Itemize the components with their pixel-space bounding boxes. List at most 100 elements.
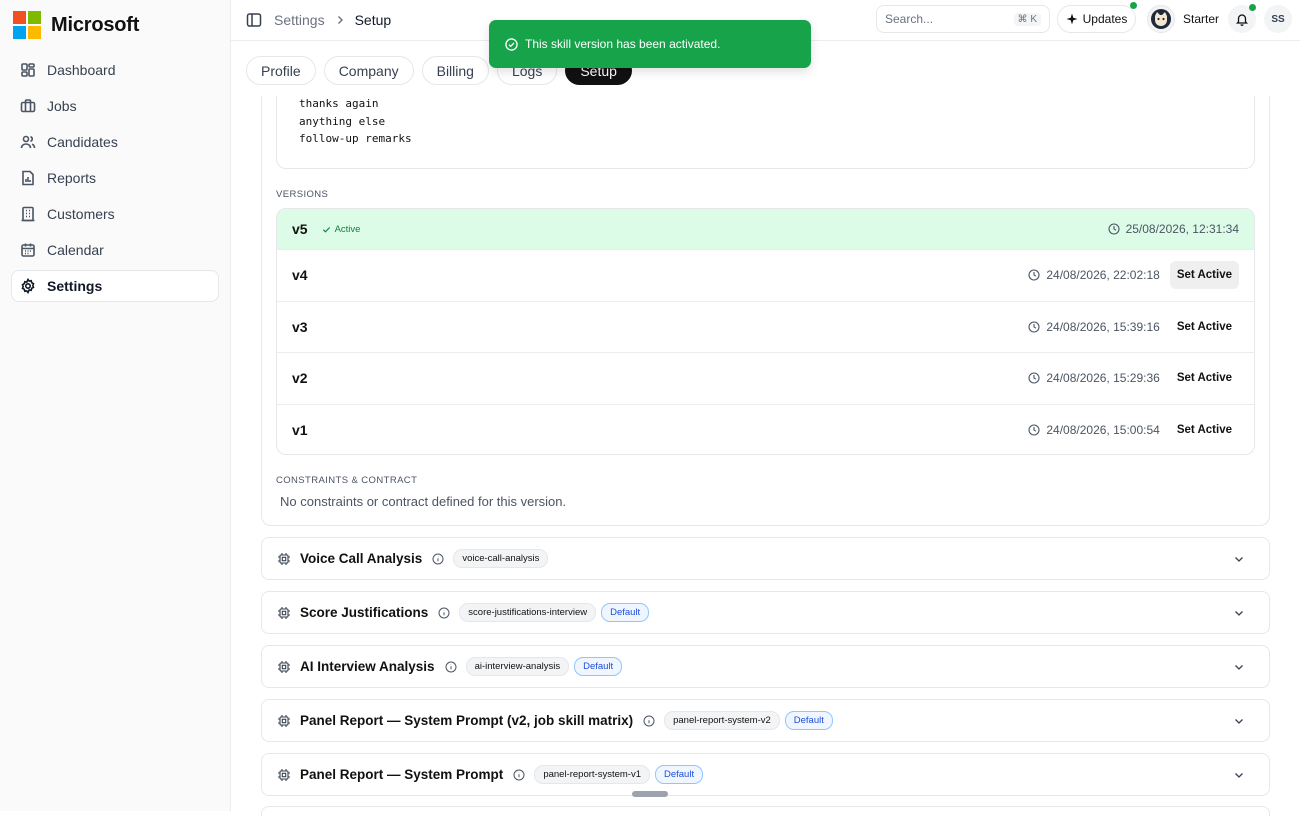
info-icon[interactable] [513, 769, 525, 781]
version-date: 24/08/2026, 15:39:16 [1028, 320, 1160, 334]
sidebar-item-settings[interactable]: Settings [11, 270, 219, 302]
set-active-button[interactable]: Set Active [1170, 313, 1239, 341]
tab-profile[interactable]: Profile [246, 56, 316, 85]
bell-icon [1235, 14, 1249, 26]
next-skill-row-edge [261, 806, 1270, 816]
check-circle-icon [505, 37, 518, 51]
version-row: v4 24/08/2026, 22:02:18 Set Active [277, 249, 1254, 301]
search-box[interactable]: ⌘ K [876, 5, 1050, 33]
set-active-button[interactable]: Set Active [1169, 261, 1239, 290]
prompt-line: anything else [299, 114, 386, 128]
sidebar-item-label: Customers [47, 206, 115, 222]
info-icon[interactable] [438, 607, 450, 619]
version-name: v4 [292, 267, 308, 284]
sidebar-item-jobs[interactable]: Jobs [11, 90, 219, 122]
sidebar-item-customers[interactable]: Customers [11, 198, 219, 230]
set-active-button[interactable]: Set Active [1170, 416, 1239, 444]
plan-switcher[interactable]: Starter [1147, 5, 1219, 33]
gear-icon [21, 278, 35, 294]
sidebar-item-label: Reports [47, 170, 97, 186]
chevron-down-icon[interactable] [1233, 661, 1245, 673]
skill-title: Score Justifications [300, 605, 429, 620]
version-name: v1 [292, 421, 308, 438]
chevron-down-icon[interactable] [1233, 607, 1245, 619]
clock-icon [1028, 321, 1040, 333]
version-row: v1 24/08/2026, 15:00:54 Set Active [277, 403, 1254, 455]
updates-button[interactable]: Updates [1057, 2, 1137, 33]
active-badge-label: Active [334, 223, 361, 235]
search-shortcut: ⌘ K [1013, 12, 1041, 26]
breadcrumb-setup: Setup [354, 12, 392, 28]
clock-icon [1028, 269, 1040, 281]
sidebar-item-candidates[interactable]: Candidates [11, 126, 219, 158]
prompt-content: thanks again anything else follow-up rem… [299, 95, 412, 148]
sidebar-item-calendar[interactable]: Calendar [11, 234, 219, 266]
avatar [1147, 5, 1175, 33]
tab-company[interactable]: Company [323, 56, 414, 85]
chevron-down-icon[interactable] [1233, 553, 1245, 565]
version-name: v5 [292, 221, 308, 237]
constraints-label: CONSTRAINTS & CONTRACT [276, 475, 418, 486]
skill-slug: ai-interview-analysis [465, 657, 570, 676]
skill-title: Panel Report — System Prompt (v2, job sk… [300, 713, 634, 728]
sidebar-nav: Dashboard Jobs Candidates Reports Custom… [11, 54, 219, 306]
chip-icon [278, 552, 290, 565]
sidebar-item-label: Candidates [47, 134, 118, 150]
users-icon [20, 135, 36, 149]
constraints-empty-text: No constraints or contract defined for t… [280, 494, 567, 509]
notifications-button[interactable] [1228, 4, 1256, 33]
version-date: 24/08/2026, 15:29:36 [1028, 371, 1160, 385]
skill-slug: panel-report-system-v1 [534, 765, 650, 784]
default-badge: Default [574, 657, 623, 676]
skill-row-panel-report-v2[interactable]: Panel Report — System Prompt (v2, job sk… [261, 699, 1270, 742]
brand-name: Microsoft [51, 13, 140, 36]
skill-title: Panel Report — System Prompt [300, 767, 504, 782]
plan-label: Starter [1183, 12, 1220, 26]
skill-row-ai-interview-analysis[interactable]: AI Interview Analysis ai-interview-analy… [261, 645, 1270, 688]
brand[interactable]: Microsoft [13, 11, 139, 39]
tab-billing[interactable]: Billing [421, 56, 489, 85]
version-name: v2 [292, 370, 308, 387]
version-name: v3 [292, 318, 308, 335]
updates-indicator-dot [1130, 2, 1137, 9]
sparkle-icon [1066, 13, 1078, 25]
skill-row-panel-report-v1[interactable]: Panel Report — System Prompt panel-repor… [261, 753, 1270, 796]
breadcrumb: Settings Setup [274, 12, 391, 28]
octocat-avatar-icon [1151, 9, 1171, 29]
notifications-indicator-dot [1249, 4, 1256, 11]
version-row: v3 24/08/2026, 15:39:16 Set Active [277, 300, 1254, 353]
sidebar-item-dashboard[interactable]: Dashboard [11, 54, 219, 86]
scroll-handle[interactable] [632, 791, 668, 797]
search-input[interactable] [885, 12, 1005, 26]
chevron-down-icon[interactable] [1233, 715, 1245, 727]
set-active-button[interactable]: Set Active [1170, 364, 1239, 392]
default-badge: Default [784, 711, 833, 730]
info-icon[interactable] [445, 661, 457, 673]
skill-row-voice-call-analysis[interactable]: Voice Call Analysis voice-call-analysis [261, 537, 1270, 580]
versions-list: v5 Active 25/08/2026, 12:31:34 v4 24/08/… [276, 208, 1255, 455]
version-date-text: 25/08/2026, 12:31:34 [1125, 222, 1239, 236]
clock-icon [1028, 424, 1040, 436]
building-icon [21, 206, 35, 222]
sidebar-item-reports[interactable]: Reports [11, 162, 219, 194]
chevron-down-icon[interactable] [1233, 769, 1245, 781]
default-badge: Default [654, 765, 704, 784]
breadcrumb-settings[interactable]: Settings [274, 12, 325, 28]
prompt-line: thanks again [299, 97, 379, 110]
version-row: v2 24/08/2026, 15:29:36 Set Active [277, 352, 1254, 404]
user-initials-avatar[interactable]: SS [1264, 5, 1292, 33]
version-date: 24/08/2026, 22:02:18 [1028, 268, 1160, 282]
version-date: 25/08/2026, 12:31:34 [1108, 222, 1239, 236]
chevron-right-icon [337, 16, 343, 24]
calendar-icon [21, 243, 35, 257]
info-icon[interactable] [643, 715, 655, 727]
microsoft-logo-icon [13, 11, 41, 39]
sidebar-toggle-icon[interactable] [246, 12, 262, 28]
dashboard-icon [21, 63, 35, 77]
sidebar-item-label: Settings [47, 278, 103, 294]
version-date-text: 24/08/2026, 15:00:54 [1046, 422, 1160, 437]
report-icon [22, 170, 34, 186]
clock-icon [1028, 372, 1040, 384]
info-icon[interactable] [432, 553, 444, 565]
skill-row-score-justifications[interactable]: Score Justifications score-justification… [261, 591, 1270, 634]
